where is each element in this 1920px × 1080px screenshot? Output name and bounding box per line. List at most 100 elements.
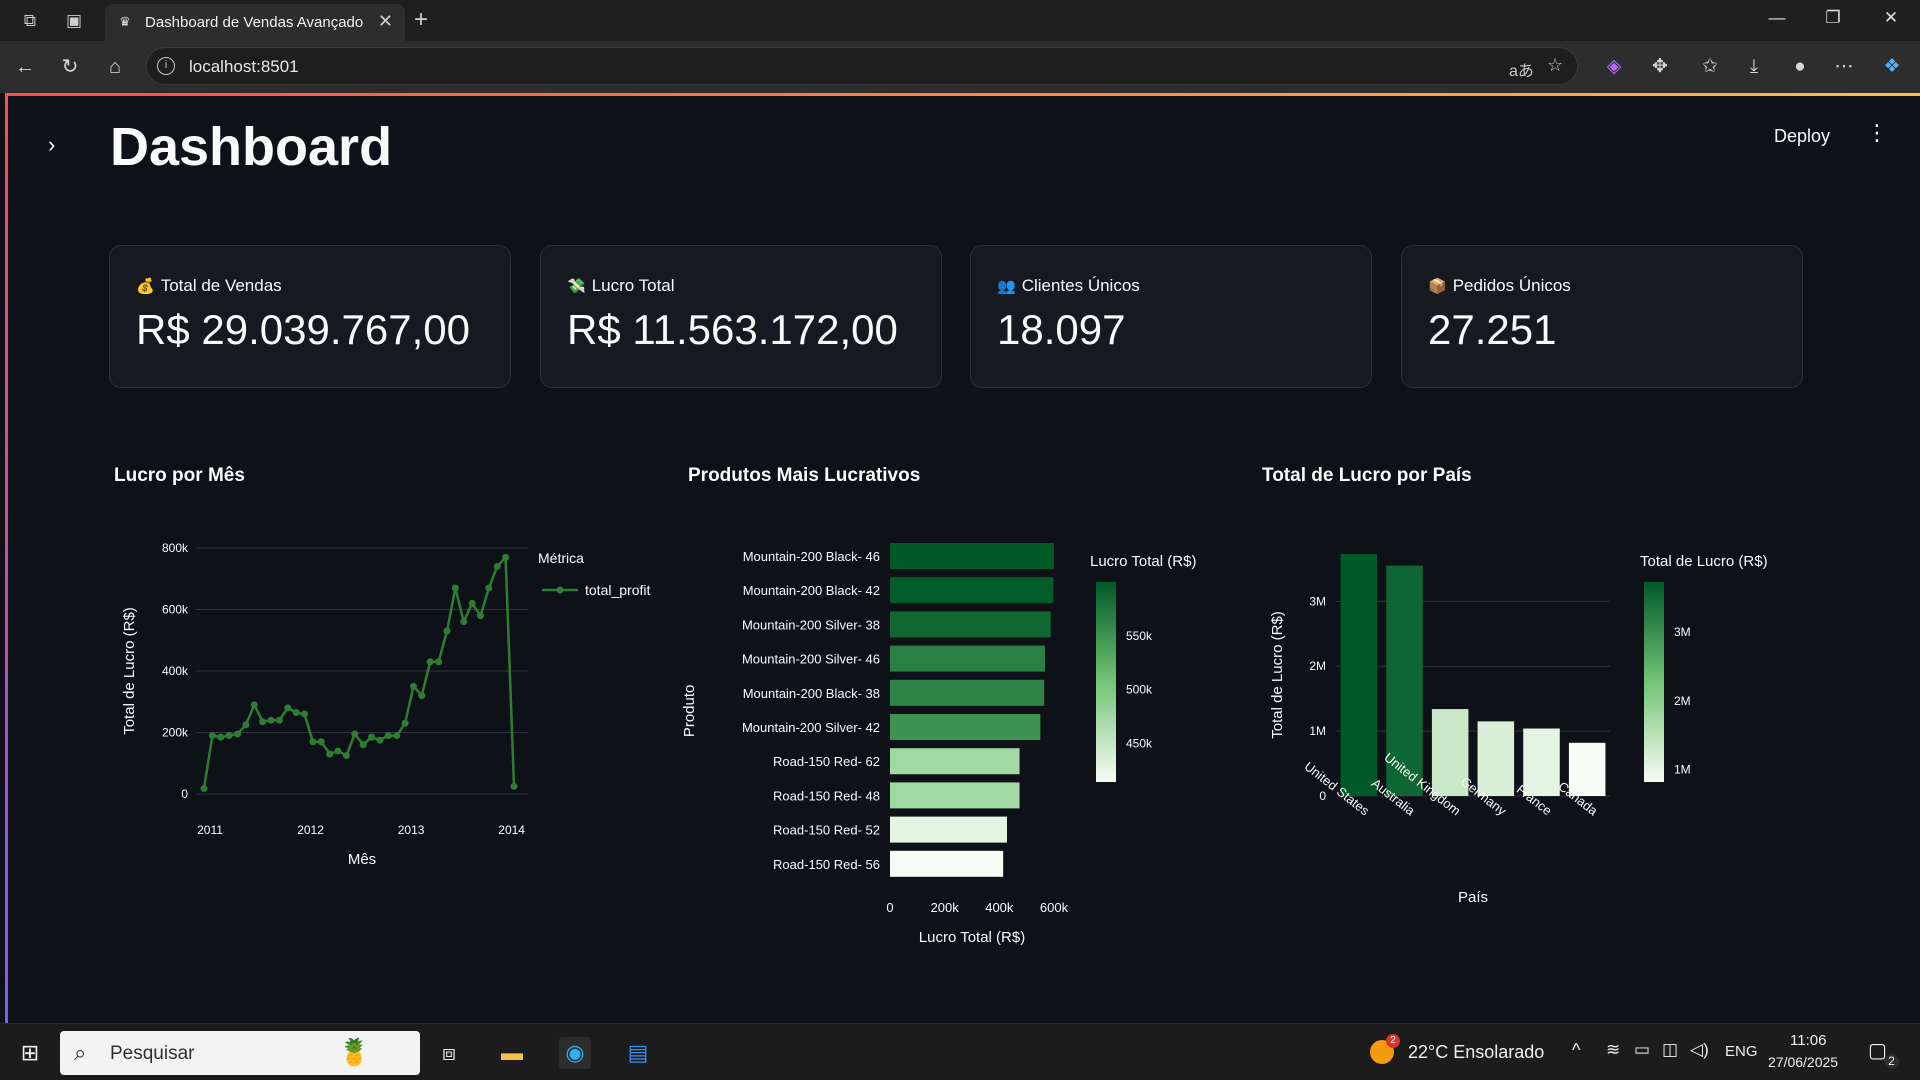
people-icon: 👥 — [997, 278, 1016, 295]
data-point — [242, 721, 250, 729]
colorbar-tick-label: 1M — [1674, 763, 1691, 777]
address-bar[interactable]: i localhost:8501 aあ ☆ — [146, 47, 1578, 85]
metric-label: 👥 Clientes Únicos — [997, 276, 1140, 295]
data-point — [301, 710, 309, 718]
workspaces-icon[interactable]: ⧉ — [18, 9, 42, 33]
money-bag-icon: 💰 — [136, 278, 155, 295]
data-point — [309, 738, 317, 746]
data-point — [200, 784, 208, 792]
data-point — [476, 612, 484, 620]
colorbar-title: Lucro Total (R$) — [1090, 553, 1196, 570]
x-tick-label: 2014 — [498, 823, 525, 837]
metric-card-unique-orders: 📦 Pedidos Únicos 27.251 — [1401, 245, 1803, 388]
legend-swatch-point — [556, 586, 564, 594]
tab-actions-icon[interactable]: ▣ — [62, 9, 86, 33]
y-tick-label: 400k — [162, 664, 189, 678]
meet-now-icon[interactable]: ◫ — [1662, 1040, 1678, 1060]
search-placeholder: Pesquisar — [110, 1043, 195, 1064]
x-tick-label: 400k — [985, 900, 1014, 915]
data-point — [317, 738, 325, 746]
data-point — [234, 730, 242, 738]
metric-card-total-sales: 💰 Total de Vendas R$ 29.039.767,00 — [109, 245, 511, 388]
data-point — [326, 750, 334, 758]
country-profit-bar-chart[interactable]: 01M2M3MUnited StatesAustraliaUnited King… — [1254, 526, 1814, 946]
data-point — [359, 741, 367, 749]
windows-start-icon[interactable]: ⊞ — [14, 1037, 46, 1069]
y-axis-title: Total de Lucro (R$) — [121, 607, 138, 735]
tray-overflow-chevron-icon[interactable]: ^ — [1572, 1040, 1580, 1061]
app-window-icon[interactable]: ▤ — [622, 1037, 654, 1069]
metric-value: 27.251 — [1428, 306, 1557, 353]
bar — [890, 850, 1004, 877]
colorbar-title: Total de Lucro (R$) — [1640, 553, 1768, 570]
favorites-icon[interactable]: ✩ — [1696, 53, 1724, 81]
volume-icon[interactable]: ◁) — [1690, 1040, 1709, 1060]
x-axis-title: Lucro Total (R$) — [919, 929, 1025, 946]
sidebar-expand-chevron-icon[interactable]: › — [48, 132, 55, 158]
colorbar-tick-label: 500k — [1126, 683, 1153, 697]
money-wings-icon: 💸 — [567, 278, 586, 295]
data-point — [384, 732, 392, 740]
clock-time[interactable]: 11:06 — [1790, 1032, 1826, 1049]
top-products-bar-chart[interactable]: Mountain-200 Black- 46 Mountain-200 Black… — [680, 526, 1220, 946]
bar — [890, 748, 1020, 775]
minimize-icon[interactable]: — — [1762, 8, 1792, 28]
more-options-icon[interactable]: ⋯ — [1830, 53, 1858, 81]
y-axis-title: Produto — [681, 685, 698, 738]
legend-title: Métrica — [538, 550, 584, 566]
y-tick-label: 200k — [162, 726, 189, 740]
metric-label: 💸 Lucro Total — [567, 276, 675, 295]
data-point — [267, 716, 275, 724]
weather-text[interactable]: 22°C Ensolarado — [1408, 1042, 1544, 1063]
monthly-profit-line-chart[interactable]: 0 200k 400k 600k 800k 2011 2012 2013 2014 Mês Tota… — [108, 526, 668, 946]
url-text: localhost:8501 — [189, 57, 299, 76]
file-explorer-icon[interactable]: ▬ — [496, 1037, 528, 1069]
notification-count: 2 — [1884, 1054, 1899, 1069]
data-point — [510, 782, 518, 790]
edge-browser-icon[interactable]: ◉ — [559, 1037, 591, 1069]
copilot-icon[interactable]: ❖ — [1878, 53, 1906, 81]
battery-icon[interactable]: ▭ — [1634, 1040, 1650, 1060]
deploy-button[interactable]: Deploy — [1774, 126, 1830, 147]
bar — [1340, 554, 1378, 796]
home-icon[interactable]: ⌂ — [102, 54, 128, 80]
browser-tab[interactable]: ♛ Dashboard de Vendas Avançado ✕ — [105, 4, 405, 41]
metric-card-unique-customers: 👥 Clientes Únicos 18.097 — [970, 245, 1372, 388]
site-info-icon[interactable]: i — [157, 57, 175, 75]
copilot-extension-icon[interactable]: ◈ — [1600, 53, 1628, 81]
profile-avatar-icon[interactable]: ● — [1786, 53, 1814, 81]
weather-badge: 2 — [1386, 1034, 1400, 1048]
task-view-icon[interactable]: ⧈ — [433, 1037, 465, 1069]
address-bar-row: ← ↻ ⌂ i localhost:8501 aあ ☆ ◈ ✥ ✩ ⤓ ● ⋯ … — [0, 41, 1920, 93]
data-point — [468, 599, 476, 607]
colorbar — [1644, 582, 1664, 782]
refresh-icon[interactable]: ↻ — [57, 54, 83, 80]
bar — [890, 645, 1045, 672]
extensions-icon[interactable]: ✥ — [1646, 53, 1674, 81]
language-indicator[interactable]: ENG — [1725, 1043, 1758, 1060]
package-icon: 📦 — [1428, 278, 1447, 295]
clock-date[interactable]: 27/06/2025 — [1768, 1054, 1838, 1070]
restore-icon[interactable]: ❐ — [1818, 8, 1848, 28]
read-aloud-icon[interactable]: aあ — [1509, 57, 1534, 81]
y-axis-title: Total de Lucro (R$) — [1269, 611, 1286, 739]
series-line-total-profit — [202, 554, 516, 789]
new-tab-icon[interactable]: + — [414, 6, 428, 34]
taskbar-search[interactable]: ⌕ Pesquisar 🍍 — [60, 1031, 420, 1075]
data-point — [275, 716, 283, 724]
colorbar-tick-label: 450k — [1126, 736, 1153, 750]
y-tick-label: Mountain-200 Silver- 38 — [742, 617, 880, 632]
wifi-icon[interactable]: ≋ — [1606, 1040, 1620, 1060]
colorbar — [1096, 582, 1116, 782]
streamlit-crown-icon: ♛ — [119, 14, 131, 29]
close-tab-icon[interactable]: ✕ — [378, 11, 393, 32]
back-icon[interactable]: ← — [12, 54, 38, 80]
y-tick-label: Mountain-200 Silver- 46 — [742, 652, 880, 667]
bar — [890, 679, 1045, 706]
close-window-icon[interactable]: ✕ — [1876, 8, 1906, 28]
bar — [890, 816, 1007, 843]
downloads-icon[interactable]: ⤓ — [1740, 53, 1768, 81]
x-axis-title: Mês — [348, 851, 376, 868]
favorite-star-icon[interactable]: ☆ — [1547, 55, 1563, 76]
main-menu-icon[interactable]: ⋮ — [1866, 122, 1888, 144]
